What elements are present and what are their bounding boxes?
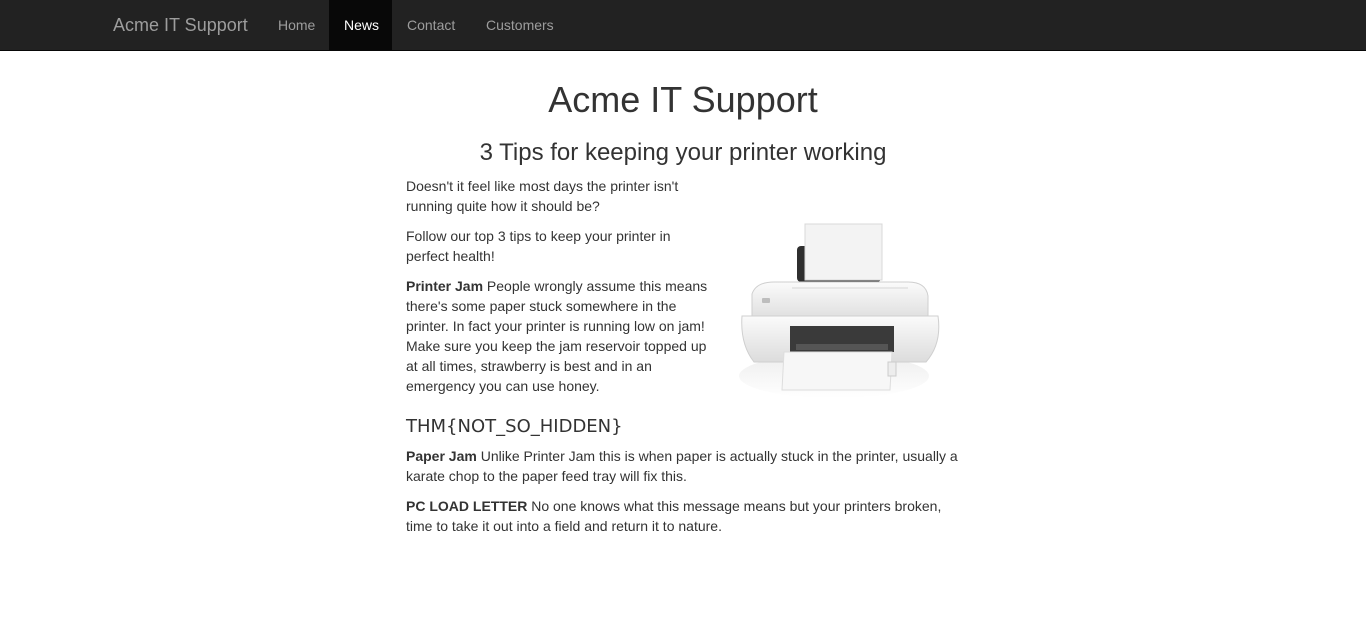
tip-pc-load-letter: PC LOAD LETTER No one knows what this me… [406,496,960,536]
printer-icon [712,176,960,412]
printer-image [712,176,960,412]
article-title: 3 Tips for keeping your printer working [479,139,887,166]
nav-item-home[interactable]: Home [263,0,330,50]
tip-text: People wrongly assume this means there's… [406,278,708,394]
nav-item-customers[interactable]: Customers [471,0,569,50]
tip-paper-jam: Paper Jam Unlike Printer Jam this is whe… [406,446,960,486]
page-title: Acme IT Support [548,79,818,120]
tip-name: Printer Jam [406,278,484,294]
nav-item-news[interactable]: News [329,0,392,50]
tip-name: Paper Jam [406,448,477,464]
navbar-brand[interactable]: Acme IT Support [113,14,248,36]
hidden-flag-text: THM{NOT_SO_HIDDEN} [406,416,623,437]
tip-text: Unlike Printer Jam this is when paper is… [406,448,958,484]
navbar: Acme IT Support Home News Contact Custom… [0,0,1366,51]
nav-item-contact[interactable]: Contact [392,0,470,50]
tip-name: PC LOAD LETTER [406,498,528,514]
article-body: Doesn't it feel like most days the print… [406,176,960,546]
